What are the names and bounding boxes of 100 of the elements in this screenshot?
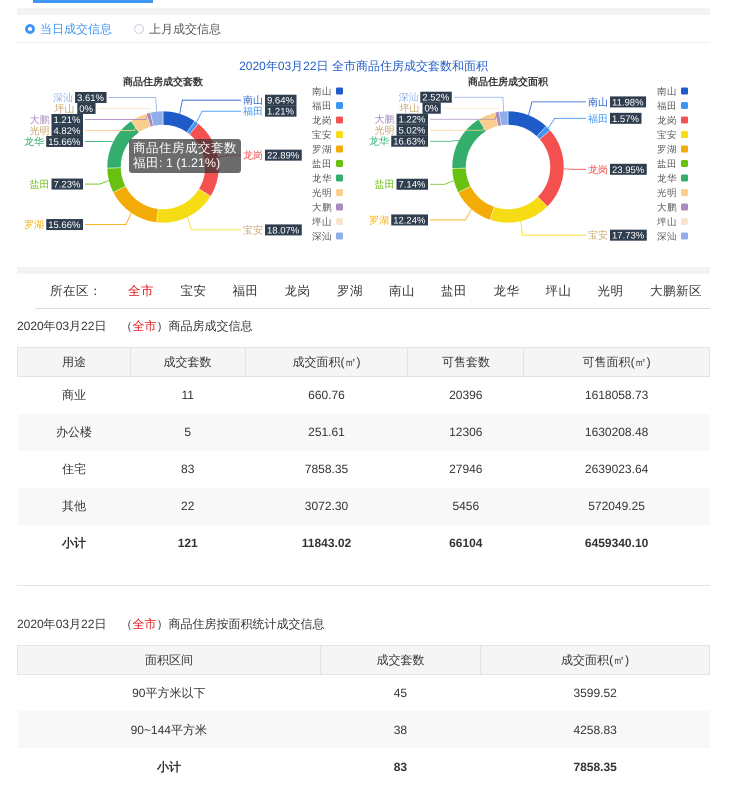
value-label: 1.21% xyxy=(265,106,296,118)
legend-label: 龙岗 xyxy=(657,116,677,126)
slice-label: 坪山 xyxy=(400,104,420,115)
table-cell: 660.76 xyxy=(245,376,408,414)
table-cell: 6459340.10 xyxy=(524,524,710,562)
legend-label: 坪山 xyxy=(312,217,332,228)
table-cell: 5456 xyxy=(408,488,524,524)
table-cell: 83 xyxy=(130,450,246,488)
legend-label: 宝安 xyxy=(312,130,332,141)
slice-label: 南山 xyxy=(243,96,263,107)
district-link[interactable]: 宝安 xyxy=(180,282,206,300)
table-cell: 572049.25 xyxy=(524,488,710,524)
table-cell: 5 xyxy=(130,414,246,450)
slice-label: 光明 xyxy=(374,126,394,137)
slice-label: 盐田 xyxy=(374,180,394,191)
table-cell: 11843.02 xyxy=(245,524,408,562)
district-link[interactable]: 南山 xyxy=(389,282,416,300)
table-cell: 45 xyxy=(320,674,481,711)
value-label: 18.07% xyxy=(265,224,302,236)
tooltip: 商品住房成交套数 福田: 1 (1.21%) xyxy=(129,139,241,173)
legend-label: 龙岗 xyxy=(312,116,332,126)
table-cell: 121 xyxy=(130,524,246,562)
leader-line xyxy=(520,221,586,236)
value-label: 1.22% xyxy=(396,114,428,126)
legend-label: 福田 xyxy=(657,101,677,112)
value-label: 15.66% xyxy=(46,219,83,232)
slice-label: 龙岗 xyxy=(588,164,608,176)
legend-label: 深汕 xyxy=(312,232,332,242)
legend-label: 光明 xyxy=(657,188,677,199)
table-title: 2020年03月22日 （全市）商品住房按面积统计成交信息 xyxy=(17,616,326,632)
table-cell: 7858.35 xyxy=(245,450,408,488)
table-cell: 38 xyxy=(320,711,481,748)
leader-line xyxy=(430,208,472,220)
value-label: 2.52% xyxy=(420,92,452,104)
legend-label: 罗湖 xyxy=(657,144,677,156)
slice-label: 南山 xyxy=(588,97,608,108)
legend-label: 南山 xyxy=(312,86,332,98)
table-cell: 小计 xyxy=(18,748,320,785)
legend-label: 南山 xyxy=(657,86,677,98)
slice-label: 深汕 xyxy=(398,92,418,104)
table-title: 2020年03月22日 （全市）商品房成交信息 xyxy=(17,318,254,335)
district-link[interactable]: 大鹏新区 xyxy=(650,282,702,300)
legend-label: 龙华 xyxy=(312,174,332,184)
chart-title: 商品住房成交套数 xyxy=(123,77,203,88)
value-label: 7.14% xyxy=(396,178,428,191)
district-link[interactable]: 全市 xyxy=(128,282,154,300)
table-cell: 27946 xyxy=(408,450,524,488)
table-cell: 4258.83 xyxy=(480,711,710,748)
slice-label: 罗湖 xyxy=(369,215,390,226)
table-cell: 小计 xyxy=(18,524,130,562)
table-cell: 商业 xyxy=(18,376,130,414)
column-header: 成交面积(㎡) xyxy=(245,348,408,376)
slice-label: 坪山 xyxy=(54,104,74,115)
radio-option[interactable]: 上月成交信息 xyxy=(134,20,221,38)
legend-label: 坪山 xyxy=(657,217,677,228)
leader-line xyxy=(196,110,242,123)
district-link[interactable]: 坪山 xyxy=(546,282,572,300)
slice-label: 宝安 xyxy=(588,230,608,242)
slice-label: 罗湖 xyxy=(24,220,44,232)
district-link[interactable]: 龙岗 xyxy=(284,282,311,300)
slice-label: 大鹏 xyxy=(374,114,394,126)
district-link[interactable]: 罗湖 xyxy=(336,282,363,300)
column-header: 可售套数 xyxy=(408,348,524,376)
district-link[interactable]: 盐田 xyxy=(441,282,468,300)
filter-label: 所在区： xyxy=(50,282,102,300)
legend-label: 盐田 xyxy=(312,159,332,170)
table-cell: 3072.30 xyxy=(245,488,408,524)
slice-label: 深汕 xyxy=(53,92,74,104)
slice-label: 福田 xyxy=(588,114,608,125)
legend-label: 福田 xyxy=(312,101,332,112)
table-cell: 66104 xyxy=(408,524,524,562)
slice-label: 龙华 xyxy=(24,136,44,148)
legend-label: 光明 xyxy=(312,188,332,199)
table-cell: 2639023.64 xyxy=(524,450,710,488)
leader-line xyxy=(84,212,132,225)
column-header: 成交套数 xyxy=(130,348,246,376)
value-label: 3.61% xyxy=(75,92,107,104)
slice-label: 大鹏 xyxy=(30,114,50,126)
table-cell: 7858.35 xyxy=(480,748,710,785)
value-label: 22.89% xyxy=(265,150,302,162)
leader-line xyxy=(84,180,110,184)
value-label: 1.21% xyxy=(52,114,83,126)
table-cell: 20396 xyxy=(408,376,524,414)
table-cell: 83 xyxy=(320,748,481,785)
value-label: 0% xyxy=(77,102,96,115)
value-label: 15.66% xyxy=(46,136,83,148)
value-label: 12.24% xyxy=(391,214,428,226)
leader-line xyxy=(84,141,114,142)
column-header: 用途 xyxy=(18,348,130,376)
table-cell: 办公楼 xyxy=(18,414,130,450)
column-header: 面积区间 xyxy=(18,645,320,674)
chart-heading: 2020年03月22日 全市商品住房成交套数和面积 xyxy=(238,58,489,75)
table-cell: 1618058.73 xyxy=(524,376,710,414)
table-cell: 22 xyxy=(130,488,246,524)
district-link[interactable]: 光明 xyxy=(598,282,624,300)
district-link[interactable]: 龙华 xyxy=(493,282,520,300)
value-label: 0% xyxy=(422,102,441,115)
chart-title: 商品住房成交面积 xyxy=(468,77,548,88)
district-link[interactable]: 福田 xyxy=(232,282,259,300)
table-cell: 90~144平方米 xyxy=(18,711,320,748)
